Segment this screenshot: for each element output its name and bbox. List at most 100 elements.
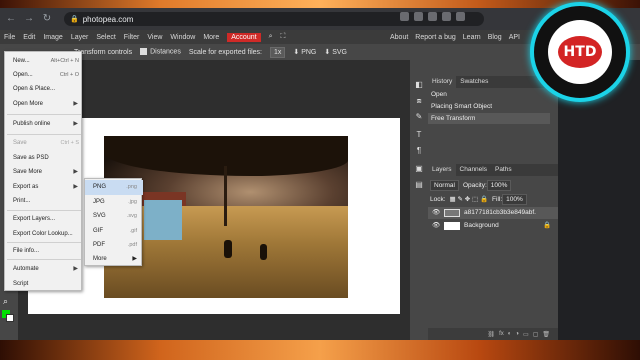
export-gif-item[interactable]: GIF .gif	[85, 224, 143, 239]
brush-icon[interactable]: ✎	[414, 112, 424, 122]
search-icon[interactable]: ⌕	[269, 33, 273, 41]
export-svg-item[interactable]: SVG .svg	[85, 209, 143, 224]
adjustments-icon[interactable]: ⧈	[414, 96, 424, 106]
character-icon[interactable]: T	[414, 130, 424, 140]
zoom-tool-icon[interactable]: ⌕	[3, 296, 8, 307]
menubar-right: About Report a bug Learn Blog API	[390, 30, 527, 44]
export-svg-button[interactable]: ⬇ SVG	[324, 48, 347, 56]
menu-about[interactable]: About	[390, 34, 408, 41]
layer-row[interactable]: 👁 a8177181cb3b3e849abf.	[428, 207, 558, 219]
menu-item-label: PDF	[93, 242, 105, 248]
trash-icon[interactable]: 🗑	[542, 331, 550, 338]
menu-filter[interactable]: Filter	[124, 34, 140, 41]
menu-item-shortcut: Alt+Ctrl + N	[50, 58, 79, 64]
extension-icon[interactable]	[400, 12, 409, 21]
menu-learn[interactable]: Learn	[463, 34, 481, 41]
export-png-item[interactable]: PNG .png	[85, 180, 143, 195]
link-icon[interactable]: ⛓	[487, 331, 495, 338]
export-more-item[interactable]: More ▶	[85, 252, 143, 267]
file-menu-export-layers[interactable]: Export Layers...	[5, 212, 83, 226]
background-strip-bottom	[0, 340, 640, 360]
menu-item-shortcut: Ctrl + S	[60, 140, 80, 146]
file-menu-new[interactable]: New... Alt+Ctrl + N	[5, 54, 83, 68]
lock-icon: 🔒	[70, 16, 79, 23]
menu-select[interactable]: Select	[96, 34, 115, 41]
file-menu-print[interactable]: Print...	[5, 194, 83, 208]
back-icon[interactable]: ←	[4, 12, 18, 26]
fill-label: Fill:	[492, 195, 503, 203]
tab-layers[interactable]: Layers	[428, 164, 456, 176]
effects-icon[interactable]: fx	[499, 331, 504, 337]
visibility-eye-icon[interactable]: 👁	[432, 220, 440, 232]
menu-report-bug[interactable]: Report a bug	[415, 34, 455, 41]
folder-icon[interactable]: ▭	[523, 331, 529, 338]
submenu-arrow-icon: ▶	[73, 121, 78, 127]
fullscreen-icon[interactable]: ⛶	[280, 33, 285, 41]
tab-paths[interactable]: Paths	[491, 164, 516, 176]
menu-divider	[7, 134, 81, 135]
export-pdf-item[interactable]: PDF .pdf	[85, 238, 143, 253]
file-menu-export-as[interactable]: Export as ▶	[5, 180, 83, 194]
export-png-button[interactable]: ⬇ PNG	[293, 48, 316, 56]
forward-icon[interactable]: →	[22, 12, 36, 26]
extension-icon[interactable]	[414, 12, 423, 21]
export-jpg-item[interactable]: JPG .jpg	[85, 195, 143, 210]
scale-select[interactable]: 1x	[269, 46, 286, 58]
layer-lock-row: Lock: ▦ ✎ ✥ ⬚ 🔒 Fill: 100%	[428, 193, 558, 205]
menu-edit[interactable]: Edit	[23, 34, 35, 41]
layer-row[interactable]: 👁 Background 🔒	[428, 220, 558, 232]
file-menu-save-psd[interactable]: Save as PSD	[5, 151, 83, 165]
reload-icon[interactable]: ↻	[40, 12, 54, 26]
file-menu-open-place[interactable]: Open & Place...	[5, 82, 83, 96]
opacity-input[interactable]: 100%	[486, 179, 512, 191]
extension-icon[interactable]	[456, 12, 465, 21]
history-item[interactable]: Free Transform	[428, 113, 550, 124]
file-menu-file-info[interactable]: File info...	[5, 244, 83, 258]
file-menu-publish[interactable]: Publish online ▶	[5, 117, 83, 131]
image-icon[interactable]: ▤	[414, 180, 424, 190]
file-menu-script[interactable]: Script	[5, 277, 83, 291]
photo-swing-rope	[224, 166, 227, 226]
checkbox-box	[140, 48, 148, 56]
distances-checkbox[interactable]: Distances	[140, 48, 181, 56]
paragraph-icon[interactable]: ¶	[414, 146, 424, 156]
file-extension: .png	[126, 184, 137, 190]
account-button[interactable]: Account	[227, 32, 261, 42]
history-item[interactable]: Open	[428, 89, 550, 100]
menu-api[interactable]: API	[509, 34, 520, 41]
menu-file[interactable]: File	[4, 34, 15, 41]
menu-item-label: Open...	[13, 72, 33, 78]
file-menu-export-color-lookup[interactable]: Export Color Lookup...	[5, 227, 83, 241]
visibility-eye-icon[interactable]: 👁	[432, 207, 440, 219]
adjustment-icon[interactable]: ◑	[515, 331, 519, 337]
tab-swatches[interactable]: Swatches	[456, 76, 492, 88]
menu-window[interactable]: Window	[170, 34, 195, 41]
opacity-label: Opacity:	[462, 181, 487, 189]
file-menu-open[interactable]: Open... Ctrl + O	[5, 68, 83, 82]
css-icon[interactable]: ▣	[414, 164, 424, 174]
file-menu-save-more[interactable]: Save More ▶	[5, 165, 83, 179]
lock-options-icon[interactable]: ▦ ✎ ✥ ⬚ 🔒	[450, 195, 489, 203]
tab-history[interactable]: History	[428, 76, 457, 88]
right-panels: History Swatches Open Placing Smart Obje…	[428, 60, 558, 340]
mask-icon[interactable]: ◐	[508, 331, 512, 337]
file-menu-open-more[interactable]: Open More ▶	[5, 97, 83, 111]
extension-icon[interactable]	[428, 12, 437, 21]
file-menu-automate[interactable]: Automate ▶	[5, 262, 83, 276]
menu-blog[interactable]: Blog	[488, 34, 502, 41]
history-item[interactable]: Placing Smart Object	[428, 101, 550, 112]
new-layer-icon[interactable]: ▢	[533, 331, 539, 338]
menu-more[interactable]: More	[203, 34, 219, 41]
background-color-swatch[interactable]	[6, 314, 14, 322]
extension-icon[interactable]	[442, 12, 451, 21]
logo-ring: HTD	[548, 20, 612, 84]
history-panel-icon[interactable]: ◧	[414, 80, 424, 90]
menu-layer[interactable]: Layer	[71, 34, 89, 41]
menu-image[interactable]: Image	[43, 34, 62, 41]
menu-view[interactable]: View	[147, 34, 162, 41]
blend-mode-select[interactable]: Normal	[430, 179, 459, 191]
layers-tabs: Layers Channels Paths	[428, 164, 558, 176]
fill-input[interactable]: 100%	[502, 193, 527, 205]
background-strip-top	[0, 0, 640, 8]
tab-channels[interactable]: Channels	[456, 164, 491, 176]
